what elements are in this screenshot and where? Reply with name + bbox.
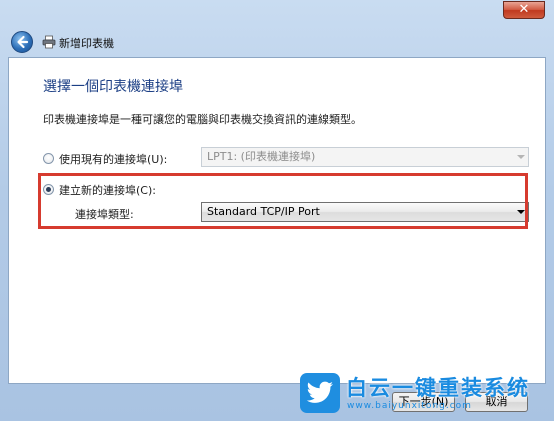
twitter-bird-icon	[306, 381, 333, 403]
highlight-box	[38, 173, 528, 229]
close-button[interactable]: ✕	[503, 1, 545, 19]
close-icon: ✕	[518, 2, 530, 17]
use-existing-port-radio[interactable]	[43, 153, 54, 164]
page-heading: 選擇一個印表機連接埠	[43, 79, 183, 95]
wizard-title: 新增印表機	[59, 37, 114, 50]
navigation-bar: 新增印表機	[8, 27, 546, 57]
printer-icon	[42, 35, 56, 49]
watermark-logo	[300, 373, 340, 413]
window-frame: ✕ 新增印表機 選擇一個印表機連接埠 印表機連接埠是一種可讓您的電腦與印表機交換…	[0, 0, 554, 421]
watermark-url: www.baiyunxitong.com	[347, 401, 472, 411]
page-description: 印表機連接埠是一種可讓您的電腦與印表機交換資訊的連線類型。	[43, 113, 362, 126]
watermark-title: 白云一键重装系统	[346, 376, 530, 400]
existing-port-value: LPT1: (印表機連接埠)	[207, 150, 316, 163]
use-existing-port-label[interactable]: 使用現有的連接埠(U):	[59, 151, 167, 167]
dropdown-arrow-icon	[517, 155, 525, 159]
back-button[interactable]	[11, 31, 33, 53]
watermark: 白云一键重装系统 www.baiyunxitong.com	[300, 372, 550, 417]
existing-port-dropdown: LPT1: (印表機連接埠)	[201, 147, 529, 167]
back-arrow-icon	[17, 35, 29, 49]
